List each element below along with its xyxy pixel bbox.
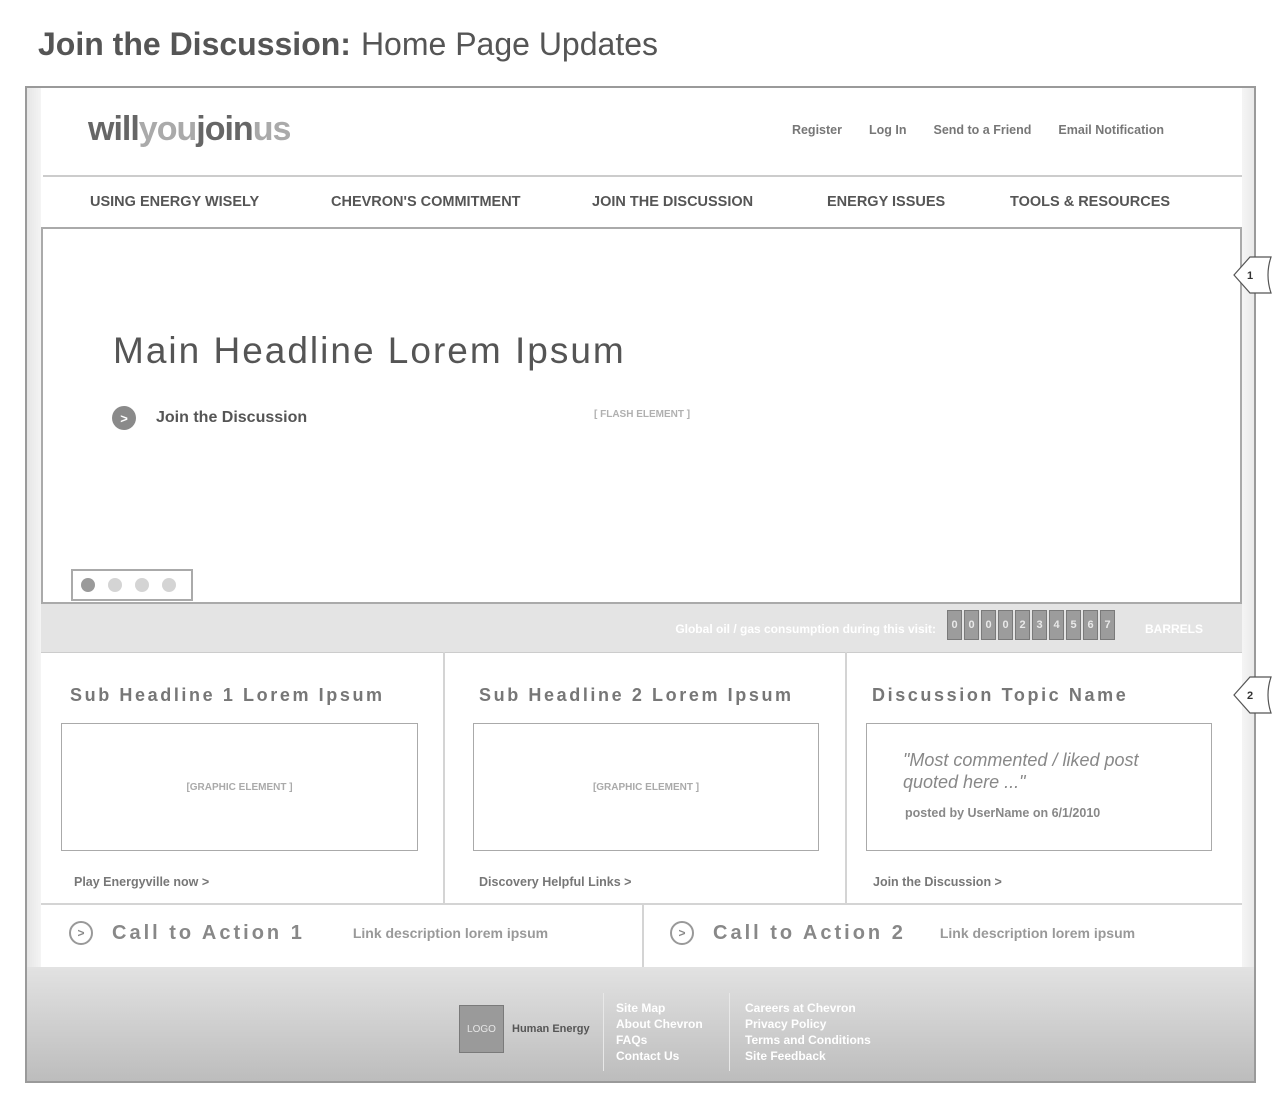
- footer-link-site-map[interactable]: Site Map: [616, 1000, 703, 1016]
- logo-part-will: will: [88, 110, 140, 148]
- site-logo[interactable]: willyoujoinus: [88, 110, 292, 149]
- carousel-dot-3[interactable]: [135, 578, 149, 592]
- counter-digit: 4: [1049, 610, 1064, 640]
- arrow-right-icon: >: [69, 921, 93, 945]
- counter-digit: 0: [981, 610, 996, 640]
- counter-digit: 6: [1083, 610, 1098, 640]
- carousel-dot-4[interactable]: [162, 578, 176, 592]
- counter-digit: 3: [1032, 610, 1047, 640]
- sub-headline-2: Sub Headline 2 Lorem Ipsum: [479, 685, 794, 705]
- footer-divider: [729, 993, 730, 1071]
- nav-item-join-the-discussion[interactable]: JOIN THE DISCUSSION: [592, 194, 753, 210]
- main-nav: USING ENERGY WISELY CHEVRON'S COMMITMENT…: [43, 175, 1242, 229]
- annotation-marker-2: 2: [1233, 676, 1273, 714]
- content-column-1: Sub Headline 1 Lorem Ipsum [GRAPHIC ELEM…: [41, 652, 445, 903]
- cta-divider: [642, 905, 644, 969]
- register-link[interactable]: Register: [792, 123, 842, 137]
- nav-item-chevrons-commitment[interactable]: CHEVRON'S COMMITMENT: [331, 194, 521, 210]
- site-footer: LOGO Human Energy Site Map About Chevron…: [27, 967, 1254, 1081]
- content-column-2: Sub Headline 2 Lorem Ipsum [GRAPHIC ELEM…: [445, 652, 847, 903]
- logo-part-us: us: [252, 110, 292, 148]
- login-link[interactable]: Log In: [869, 123, 907, 137]
- footer-tagline: Human Energy: [512, 1023, 590, 1035]
- arrow-right-icon: >: [670, 921, 694, 945]
- call-to-action-row: > Call to Action 1 Link description lore…: [41, 903, 1242, 969]
- quote-box: "Most commented / liked post quoted here…: [866, 723, 1212, 851]
- footer-link-privacy[interactable]: Privacy Policy: [745, 1016, 871, 1032]
- page-title: Join the Discussion: Home Page Updates: [38, 26, 658, 63]
- footer-link-careers[interactable]: Careers at Chevron: [745, 1000, 871, 1016]
- carousel-dot-1[interactable]: [81, 578, 95, 592]
- page-title-bold: Join the Discussion:: [38, 26, 351, 62]
- counter-digit: 5: [1066, 610, 1081, 640]
- arrow-right-icon: >: [112, 406, 136, 430]
- graphic-placeholder-2: [GRAPHIC ELEMENT ]: [473, 723, 819, 851]
- carousel-dot-2[interactable]: [108, 578, 122, 592]
- call-to-action-1[interactable]: > Call to Action 1 Link description lore…: [69, 921, 548, 945]
- footer-links-col-1: Site Map About Chevron FAQs Contact Us: [616, 1000, 703, 1064]
- hero-headline: Main Headline Lorem Ipsum: [113, 330, 626, 371]
- counter-digit: 0: [998, 610, 1013, 640]
- quote-attribution: posted by UserName on 6/1/2010: [905, 806, 1101, 820]
- cta-desc-1: Link description lorem ipsum: [352, 925, 549, 941]
- utility-nav: Register Log In Send to a Friend Email N…: [792, 123, 1164, 137]
- play-energyville-link[interactable]: Play Energyville now >: [74, 875, 209, 889]
- flash-element-placeholder: [ FLASH ELEMENT ]: [594, 409, 691, 420]
- featured-quote: "Most commented / liked post quoted here…: [903, 750, 1139, 792]
- cta-desc-2: Link description lorem ipsum: [939, 925, 1136, 941]
- send-to-friend-link[interactable]: Send to a Friend: [933, 123, 1031, 137]
- call-to-action-2[interactable]: > Call to Action 2 Link description lore…: [670, 921, 1135, 945]
- cta-title-1: Call to Action 1: [112, 921, 305, 944]
- counter-digit: 0: [964, 610, 979, 640]
- footer-divider: [603, 993, 604, 1071]
- logo-part-you: you: [138, 110, 197, 148]
- join-discussion-link[interactable]: Join the Discussion >: [873, 875, 1002, 889]
- footer-link-about[interactable]: About Chevron: [616, 1016, 703, 1032]
- footer-logo[interactable]: LOGO: [459, 1005, 504, 1053]
- page-title-normal: Home Page Updates: [360, 26, 658, 62]
- annotation-number-2: 2: [1247, 690, 1253, 702]
- footer-links-col-2: Careers at Chevron Privacy Policy Terms …: [745, 1000, 871, 1064]
- consumption-counter-bar: Global oil / gas consumption during this…: [41, 604, 1242, 653]
- counter-digit: 2: [1015, 610, 1030, 640]
- counter-digit: 7: [1100, 610, 1115, 640]
- counter-unit: BARRELS: [1145, 622, 1204, 636]
- counter-digit: 0: [947, 610, 962, 640]
- nav-item-energy-issues[interactable]: ENERGY ISSUES: [827, 194, 945, 210]
- nav-item-tools-resources[interactable]: TOOLS & RESOURCES: [1010, 194, 1170, 210]
- graphic-placeholder-1: [GRAPHIC ELEMENT ]: [61, 723, 418, 851]
- hero-carousel: Main Headline Lorem Ipsum > Join the Dis…: [41, 227, 1242, 604]
- carousel-pagination: [71, 569, 193, 601]
- logo-part-join: join: [196, 110, 253, 148]
- hero-cta-label: Join the Discussion: [156, 409, 308, 426]
- graphic-label-2: [GRAPHIC ELEMENT ]: [592, 782, 700, 793]
- annotation-marker-1: 1: [1233, 256, 1273, 294]
- annotation-marker-shape: 2: [1233, 676, 1272, 714]
- counter-digits: 0 0 0 0 2 3 4 5 6 7: [947, 610, 1115, 640]
- site-page: willyoujoinus Register Log In Send to a …: [41, 88, 1242, 969]
- hero-join-discussion-link[interactable]: > Join the Discussion: [112, 406, 307, 430]
- annotation-marker-shape: 1: [1233, 256, 1272, 294]
- footer-link-terms[interactable]: Terms and Conditions: [745, 1032, 871, 1048]
- counter-label: Global oil / gas consumption during this…: [675, 622, 936, 636]
- cta-title-2: Call to Action 2: [713, 921, 906, 944]
- helpful-links-link[interactable]: Discovery Helpful Links >: [479, 875, 631, 889]
- graphic-label-1: [GRAPHIC ELEMENT ]: [186, 782, 293, 793]
- sub-headline-1: Sub Headline 1 Lorem Ipsum: [70, 685, 385, 705]
- footer-link-contact[interactable]: Contact Us: [616, 1048, 703, 1064]
- content-column-3: Discussion Topic Name "Most commented / …: [847, 652, 1242, 903]
- footer-link-faqs[interactable]: FAQs: [616, 1032, 703, 1048]
- nav-item-using-energy-wisely[interactable]: USING ENERGY WISELY: [90, 194, 259, 210]
- annotation-number-1: 1: [1247, 270, 1253, 282]
- email-notification-link[interactable]: Email Notification: [1058, 123, 1164, 137]
- footer-link-feedback[interactable]: Site Feedback: [745, 1048, 871, 1064]
- wireframe-frame: willyoujoinus Register Log In Send to a …: [25, 86, 1256, 1083]
- discussion-topic-name: Discussion Topic Name: [872, 685, 1129, 705]
